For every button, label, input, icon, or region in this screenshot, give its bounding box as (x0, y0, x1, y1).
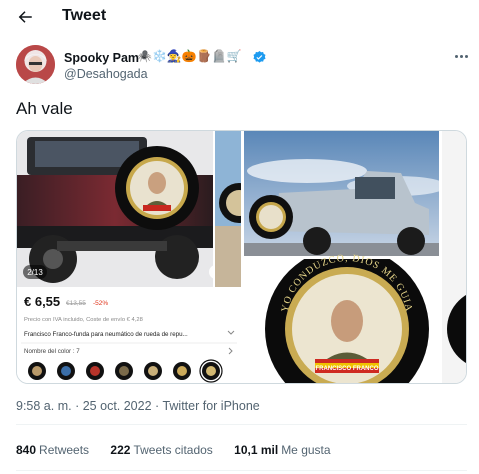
retweets-stat[interactable]: 840 Retweets (16, 443, 89, 457)
meta-separator: · (75, 399, 80, 413)
meta-separator: · (155, 399, 160, 413)
likes-stat[interactable]: 10,1 mil Me gusta (234, 443, 330, 457)
tax-line: Precio con IVA incluido, Coste de envío … (24, 317, 143, 323)
cover-name: FRANCISCO FRANCO (316, 366, 379, 372)
divider (16, 470, 467, 471)
spare-tire-cover-large (115, 146, 199, 230)
color-label: Nombre del color : 7 (24, 348, 80, 355)
tweet-date[interactable]: 25 oct. 2022 (83, 399, 152, 413)
avatar[interactable] (16, 45, 55, 84)
image-counter: 2/13 (27, 268, 43, 277)
verified-badge-icon (252, 50, 267, 65)
tweet-meta: 9:58 a. m. · 25 oct. 2022 · Twitter for … (16, 399, 260, 413)
more-options-icon[interactable] (452, 50, 470, 62)
product-title: Francisco Franco-funda para neumático de… (24, 331, 188, 338)
quote-tweets-stat[interactable]: 222 Tweets citados (110, 443, 212, 457)
page-title: Tweet (62, 7, 107, 24)
tweet-text: Ah vale (16, 99, 73, 118)
old-price: €13,55 (66, 300, 86, 307)
media-grid: 2/13 1 € 6,55 €13,55 -52% Precio con IVA… (16, 130, 467, 384)
author-handle[interactable]: @Desahogada (64, 67, 148, 81)
tweet-time[interactable]: 9:58 a. m. (16, 399, 72, 413)
divider (16, 424, 467, 425)
back-arrow-icon[interactable] (14, 6, 36, 28)
author-name[interactable]: Spooky Pam (64, 51, 139, 65)
product-price: € 6,55 (24, 294, 60, 309)
author-emojis: 🕷️❄️🧙‍♀️🎃🪵🪦🛒 (137, 49, 242, 63)
tweet-stats: 840 Retweets 222 Tweets citados 10,1 mil Me… (16, 443, 349, 457)
header-bar: Tweet (0, 0, 479, 34)
discount-badge: -52% (93, 300, 108, 307)
tweet-source[interactable]: Twitter for iPhone (162, 399, 259, 413)
